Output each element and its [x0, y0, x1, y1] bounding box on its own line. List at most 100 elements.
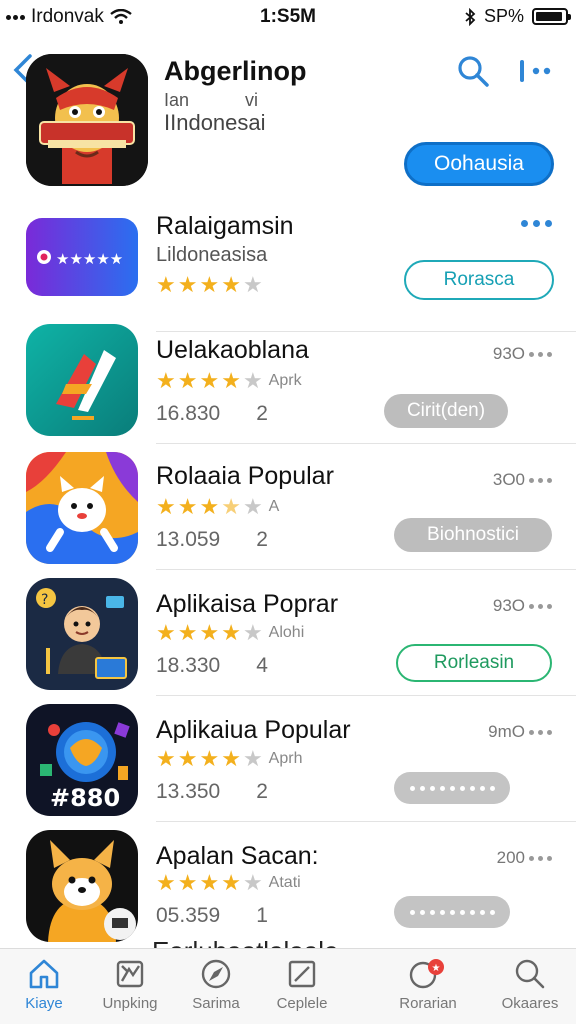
- star-icon: ★: [177, 620, 198, 645]
- rating-label: Aprh: [268, 750, 303, 767]
- edit-icon: [288, 960, 316, 988]
- app-size: 93O: [493, 344, 552, 364]
- app-icon: [26, 452, 138, 564]
- tab-label: Ceplele: [276, 995, 328, 1012]
- app-row[interactable]: ★★★★★ Ralaigamsin Lildoneasisa ★ ★ ★ ★ ★ Ror…: [0, 206, 576, 332]
- featured-app-icon[interactable]: [26, 54, 148, 186]
- more-options-icon[interactable]: [521, 220, 552, 227]
- app-size-value: 200: [496, 848, 525, 867]
- tab-label: Kiaye: [25, 995, 63, 1012]
- app-name: Ralaigamsin: [156, 212, 294, 240]
- star-icon: ★: [199, 494, 220, 519]
- star-icon: ★: [156, 368, 176, 393]
- rank-number: 1: [256, 904, 268, 927]
- developer-label: Ian vi: [164, 90, 258, 111]
- review-count: 13.059: [156, 528, 221, 551]
- star-icon: ★: [221, 870, 241, 895]
- star-icon: ★: [156, 746, 176, 771]
- status-right: SP%: [464, 6, 571, 27]
- status-bar: Irdonvak 1:S5M SP%: [0, 0, 576, 34]
- open-button[interactable]: Biohnostici: [394, 518, 552, 552]
- star-icon: ★: [156, 494, 176, 519]
- rating-label: Alohi: [268, 624, 305, 641]
- app-icon: #880: [26, 704, 138, 816]
- star-icon: ★: [199, 870, 220, 895]
- app-icon: [26, 830, 138, 942]
- loading-button[interactable]: [394, 772, 510, 804]
- star-icon: ★: [156, 620, 176, 645]
- svg-text:#880: #880: [50, 784, 120, 812]
- app-size-value: 93O: [492, 344, 525, 363]
- developer-label-end: vi: [245, 90, 259, 110]
- star-icon: ★: [177, 272, 198, 297]
- star-icon: ★: [242, 870, 263, 895]
- get-button[interactable]: Rorasca: [404, 260, 554, 300]
- rank-number: 4: [256, 654, 268, 677]
- app-icon: [26, 324, 138, 436]
- app-size: 93O: [493, 596, 552, 616]
- app-row[interactable]: Rolaaia Popular ★ ★ ★ ★ ★ A 13.059 2 3O0 Bio…: [0, 444, 576, 570]
- svg-text:★★★★★: ★★★★★: [56, 250, 123, 268]
- tab-label: Unpking: [102, 995, 158, 1012]
- search-icon[interactable]: [456, 54, 490, 88]
- star-rating: ★ ★ ★ ★ ★: [156, 274, 263, 296]
- review-count: 05.359: [156, 904, 221, 927]
- app-name: Aplikaiua Popular: [156, 716, 351, 744]
- app-row[interactable]: Apalan Sacan: ★ ★ ★ ★ ★ Atati 05.359 1 200: [0, 822, 576, 948]
- app-row[interactable]: #880 Aplikaiua Popular ★ ★ ★ ★ ★ Aprh 13.350…: [0, 696, 576, 822]
- tab-home[interactable]: Kiaye: [0, 957, 92, 1021]
- app-size: 9mO: [488, 722, 552, 742]
- star-icon: ★: [242, 272, 263, 297]
- app-row[interactable]: ? Aplikaisa Poprar ★ ★ ★ ★ ★ Alohi 18.330 4 …: [0, 570, 576, 696]
- tab-notifications[interactable]: ★ Rorarian: [380, 957, 476, 1021]
- app-meta: 18.330 4: [156, 654, 268, 678]
- rank-number: 2: [256, 528, 268, 551]
- region-label: IIndonesai: [164, 110, 266, 135]
- star-rating: ★ ★ ★ ★ ★ Atati: [156, 872, 301, 894]
- rating-label: Aprk: [268, 372, 302, 389]
- review-count: 18.330: [156, 654, 221, 677]
- tab-edit[interactable]: Ceplele: [254, 957, 350, 1021]
- open-button[interactable]: Cirit(den): [384, 394, 508, 428]
- page-title: Abgerlinop: [164, 56, 307, 86]
- star-rating: ★ ★ ★ ★ ★ Aprk: [156, 370, 302, 392]
- tab-explore[interactable]: Sarima: [168, 957, 264, 1021]
- rating-label: A: [268, 498, 280, 515]
- star-icon: ★: [221, 494, 241, 519]
- more-menu-icon[interactable]: [518, 58, 554, 84]
- svg-text:?: ?: [41, 592, 48, 608]
- star-icon: ★: [156, 272, 176, 297]
- star-icon: ★: [221, 368, 241, 393]
- app-subtitle: Lildoneasisa: [156, 244, 268, 266]
- star-icon: ★: [199, 620, 220, 645]
- star-icon: ★: [242, 746, 263, 771]
- star-icon: ★: [221, 272, 241, 297]
- app-size-value: 9mO: [488, 722, 525, 741]
- app-icon: ★★★★★: [26, 218, 138, 296]
- tab-ranking[interactable]: Unpking: [82, 957, 178, 1021]
- tab-search[interactable]: Okaares: [482, 957, 576, 1021]
- app-name: Rolaaia Popular: [156, 462, 334, 490]
- review-count: 13.350: [156, 780, 221, 803]
- app-size: 200: [497, 848, 552, 868]
- ranking-icon: [116, 960, 144, 988]
- rating-label: Atati: [268, 874, 301, 891]
- featured-get-button[interactable]: Oohausia: [404, 142, 554, 186]
- star-rating: ★ ★ ★ ★ ★ A: [156, 496, 279, 518]
- star-icon: ★: [242, 620, 263, 645]
- loading-button[interactable]: [394, 896, 510, 928]
- search-icon: [515, 959, 545, 989]
- star-icon: ★: [156, 870, 176, 895]
- star-icon: ★: [177, 870, 198, 895]
- bluetooth-icon: [465, 7, 476, 26]
- app-name: Aplikaisa Poprar: [156, 590, 339, 618]
- notification-icon: ★: [409, 959, 444, 989]
- star-icon: ★: [221, 746, 241, 771]
- get-button[interactable]: Rorleasin: [396, 644, 552, 682]
- app-row[interactable]: Uelakaoblana ★ ★ ★ ★ ★ Aprk 16.830 2 93O Cir…: [0, 318, 576, 444]
- review-count: 16.830: [156, 402, 221, 425]
- svg-text:★: ★: [432, 963, 441, 974]
- app-meta: 16.830 2: [156, 402, 268, 426]
- star-icon: ★: [177, 368, 198, 393]
- app-meta: 13.059 2: [156, 528, 268, 552]
